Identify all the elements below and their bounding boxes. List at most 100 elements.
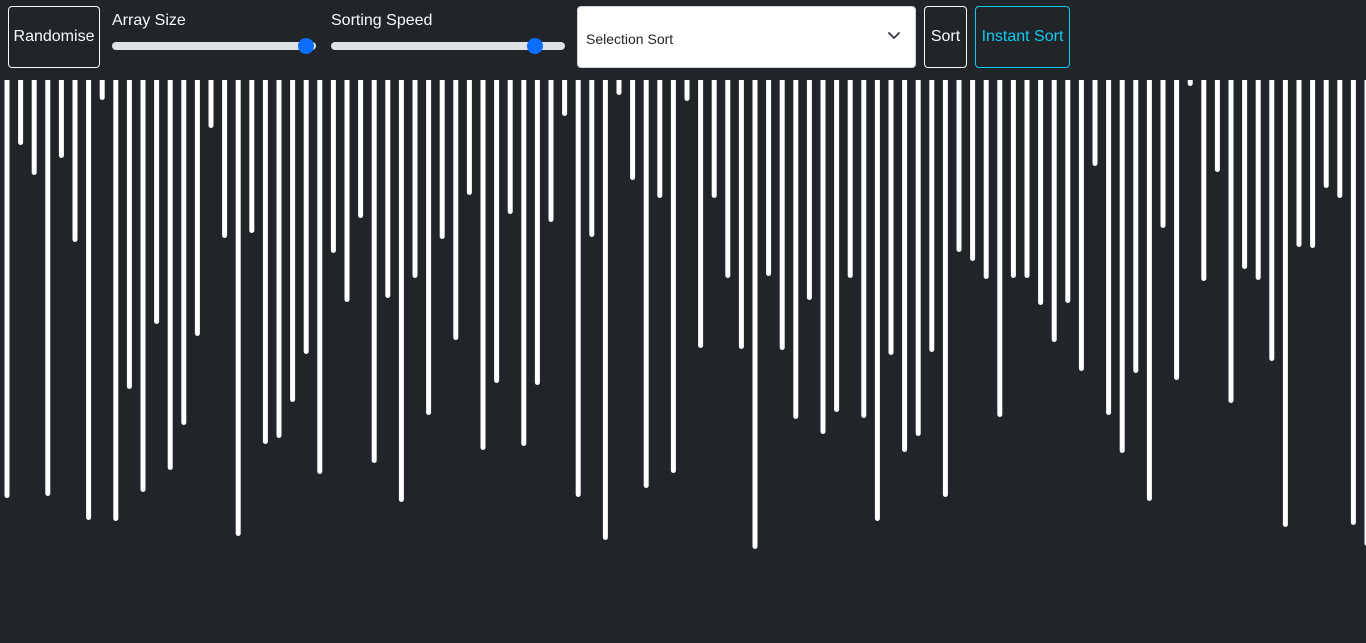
array-bar [290, 80, 296, 402]
array-bar [602, 80, 608, 540]
array-bar [643, 80, 649, 488]
array-bar [222, 80, 228, 238]
randomise-button[interactable]: Randomise [8, 6, 100, 68]
sorting-speed-label: Sorting Speed [331, 12, 433, 29]
array-bar [534, 80, 540, 385]
array-bar [480, 80, 486, 450]
array-bar [167, 80, 173, 470]
array-bar [303, 80, 309, 354]
array-bar [18, 80, 24, 145]
array-bar [181, 80, 187, 425]
array-bar [412, 80, 418, 278]
array-bars [4, 80, 1366, 549]
array-bar [820, 80, 826, 434]
array-bar [276, 80, 282, 438]
sorting-speed-slider-group: Sorting Speed [331, 12, 567, 62]
array-bar [589, 80, 595, 237]
array-bar [344, 80, 350, 302]
array-bar [140, 80, 146, 492]
array-bar [970, 80, 976, 261]
array-bar [4, 80, 10, 498]
array-bar [806, 80, 812, 300]
array-bar [1187, 80, 1193, 86]
array-bar [1242, 80, 1248, 269]
array-bar [670, 80, 676, 473]
algorithm-select-value: Selection Sort [586, 31, 674, 47]
array-size-slider-thumb[interactable] [297, 38, 314, 54]
array-bar [725, 80, 731, 278]
array-bar [235, 80, 241, 536]
array-bar [113, 80, 119, 521]
array-bar [562, 80, 568, 116]
array-bar [1160, 80, 1166, 228]
array-bar [521, 80, 527, 446]
array-bar [983, 80, 989, 279]
array-bar [915, 80, 921, 436]
array-bar [888, 80, 894, 355]
array-bar [317, 80, 323, 474]
array-bar [793, 80, 799, 419]
array-bar [766, 80, 772, 276]
toolbar: Randomise Array Size Sorting Speed Selec… [0, 0, 1366, 74]
array-bar [1228, 80, 1234, 403]
array-bar [426, 80, 432, 415]
array-bar [834, 80, 840, 412]
array-bar [861, 80, 867, 418]
array-bar [942, 80, 948, 497]
array-size-slider-group: Array Size [112, 12, 318, 62]
array-size-slider-track[interactable] [112, 42, 316, 50]
array-bar [507, 80, 513, 214]
array-bar [371, 80, 377, 463]
array-bar [847, 80, 853, 278]
array-bar [86, 80, 92, 520]
array-bar [154, 80, 160, 324]
array-bar [453, 80, 459, 340]
array-bar [1106, 80, 1112, 415]
array-bar [99, 80, 105, 100]
array-bar [1323, 80, 1329, 188]
array-bar [575, 80, 581, 497]
array-bar [548, 80, 554, 222]
array-bar [616, 80, 622, 95]
array-bar [1296, 80, 1302, 247]
array-bar [711, 80, 717, 198]
array-bar [126, 80, 132, 389]
array-bar [1092, 80, 1098, 166]
array-bar [1038, 80, 1044, 305]
array-bar [249, 80, 255, 233]
algorithm-select[interactable]: Selection Sort [577, 6, 916, 68]
array-bar [72, 80, 78, 242]
array-bar [1133, 80, 1139, 373]
array-bar [58, 80, 64, 158]
array-bar [752, 80, 758, 549]
array-bar [1010, 80, 1016, 278]
array-bar [1174, 80, 1180, 380]
array-bar [657, 80, 663, 198]
array-bar [358, 80, 364, 218]
array-bar [874, 80, 880, 521]
array-bar [1201, 80, 1207, 281]
array-bar [1310, 80, 1316, 248]
array-bar [45, 80, 51, 496]
sorting-speed-slider-thumb[interactable] [526, 38, 543, 54]
array-bar [684, 80, 690, 101]
array-bar [466, 80, 472, 195]
array-bar [1214, 80, 1220, 172]
array-bar [1337, 80, 1343, 198]
array-bar [929, 80, 935, 352]
array-bar [194, 80, 200, 336]
array-bar [1051, 80, 1057, 342]
array-bar [1119, 80, 1125, 453]
array-bar [385, 80, 391, 298]
sort-button[interactable]: Sort [924, 6, 967, 68]
array-bar [738, 80, 744, 349]
array-bar [208, 80, 214, 128]
array-bar [1255, 80, 1261, 280]
array-bar [1078, 80, 1084, 371]
array-bar [956, 80, 962, 252]
instant-sort-button[interactable]: Instant Sort [975, 6, 1070, 68]
array-bar [1065, 80, 1071, 303]
array-size-label: Array Size [112, 12, 186, 29]
array-bar [494, 80, 500, 383]
array-bar [31, 80, 37, 175]
